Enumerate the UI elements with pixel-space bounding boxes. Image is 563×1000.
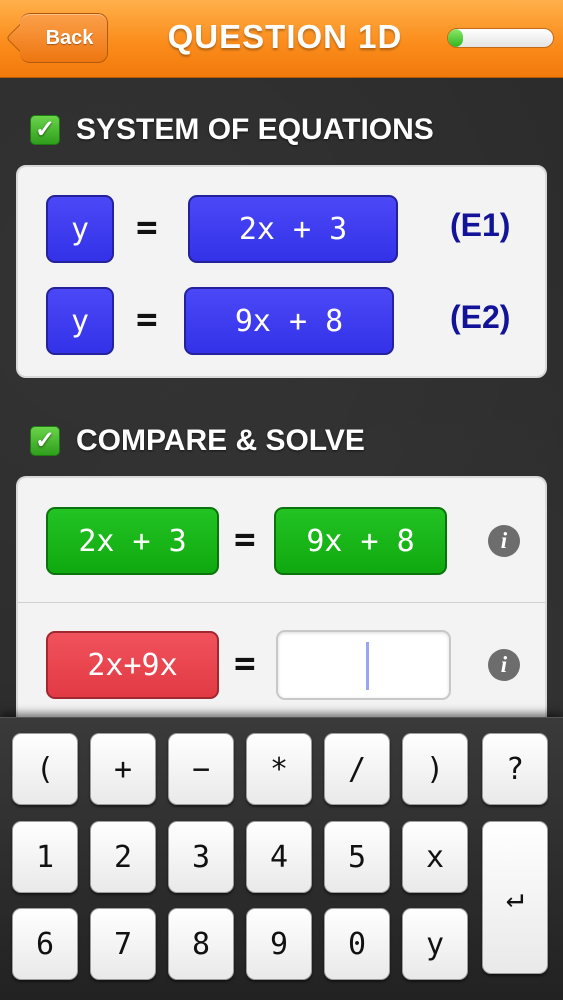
key-5[interactable]: 5 (324, 821, 390, 893)
enter-icon: ↵ (505, 880, 525, 915)
key-divide[interactable]: / (324, 733, 390, 805)
back-button[interactable]: Back (5, 13, 108, 63)
key-minus[interactable]: − (168, 733, 234, 805)
key-enter[interactable]: ↵ (482, 821, 548, 974)
key-3[interactable]: 3 (168, 821, 234, 893)
info-icon[interactable]: i (488, 525, 520, 557)
equals-sign: = (234, 519, 256, 560)
section-title: SYSTEM OF EQUATIONS (76, 113, 434, 146)
compare-row2-left[interactable]: 2x+9x (46, 631, 219, 699)
key-help[interactable]: ? (482, 733, 548, 805)
checkmark-icon: ✓ (30, 115, 60, 145)
key-open-paren[interactable]: ( (12, 733, 78, 805)
equals-sign: = (136, 299, 158, 340)
system-card: y = 2x + 3 (E1) y = 9x + 8 (E2) (16, 165, 547, 378)
equation-1-right[interactable]: 2x + 3 (188, 195, 398, 263)
compare-card: 2x + 3 = 9x + 8 i 2x+9x = i (16, 476, 547, 726)
key-multiply[interactable]: * (246, 733, 312, 805)
math-keyboard: ( + − * / ) ? 1 2 3 4 5 x 6 7 8 9 0 y ↵ (0, 717, 563, 1000)
section-heading-system: ✓ SYSTEM OF EQUATIONS (30, 113, 434, 147)
equation-2-left[interactable]: y (46, 287, 114, 355)
key-9[interactable]: 9 (246, 908, 312, 980)
equation-2-label: (E2) (450, 299, 511, 335)
equation-1-left[interactable]: y (46, 195, 114, 263)
key-6[interactable]: 6 (12, 908, 78, 980)
key-8[interactable]: 8 (168, 908, 234, 980)
equals-sign: = (136, 207, 158, 248)
back-button-label: Back (45, 26, 94, 49)
compare-row1-right[interactable]: 9x + 8 (274, 507, 447, 575)
key-4[interactable]: 4 (246, 821, 312, 893)
section-heading-compare: ✓ COMPARE & SOLVE (30, 424, 365, 458)
row-divider (18, 602, 545, 603)
key-7[interactable]: 7 (90, 908, 156, 980)
answer-input[interactable] (276, 630, 451, 700)
checkmark-icon: ✓ (30, 426, 60, 456)
info-icon[interactable]: i (488, 649, 520, 681)
key-x[interactable]: x (402, 821, 468, 893)
top-bar: Back QUESTION 1D (0, 0, 563, 78)
compare-row1-left[interactable]: 2x + 3 (46, 507, 219, 575)
equals-sign: = (234, 643, 256, 684)
progress-bar (447, 28, 554, 48)
key-1[interactable]: 1 (12, 821, 78, 893)
equation-1-label: (E1) (450, 207, 511, 243)
key-y[interactable]: y (402, 908, 468, 980)
key-close-paren[interactable]: ) (402, 733, 468, 805)
progress-fill (448, 29, 463, 47)
text-cursor (366, 642, 369, 690)
key-0[interactable]: 0 (324, 908, 390, 980)
key-2[interactable]: 2 (90, 821, 156, 893)
section-title: COMPARE & SOLVE (76, 424, 365, 457)
equation-2-right[interactable]: 9x + 8 (184, 287, 394, 355)
page-title: QUESTION 1D (167, 18, 403, 55)
key-plus[interactable]: + (90, 733, 156, 805)
